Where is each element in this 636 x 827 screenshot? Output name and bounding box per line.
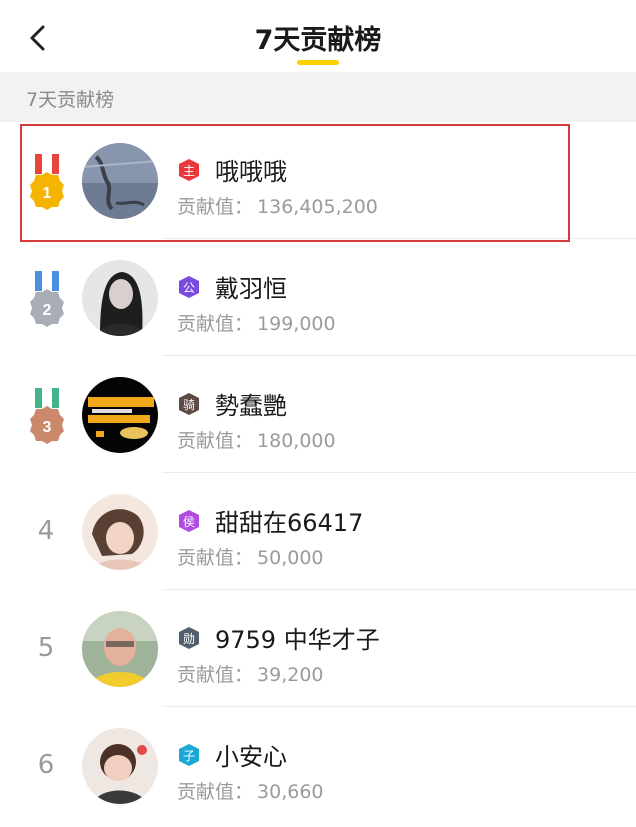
contribution-amount: 30,660 — [257, 781, 324, 803]
contribution-label: 贡献值： — [177, 313, 254, 335]
avatar[interactable] — [82, 260, 158, 336]
contribution-amount: 199,000 — [257, 313, 336, 335]
user-name: 9759 中华才子 — [215, 626, 380, 654]
contribution-label: 贡献值： — [177, 196, 254, 218]
leaderboard-row-6[interactable]: 6 子 小安心 贡献值： 30,660 — [0, 707, 636, 824]
leaderboard-row-1[interactable]: 1 主 哦哦哦 贡献值： 136,405,200 — [0, 122, 636, 239]
medal-rank-text: 1 — [43, 185, 52, 202]
rank-number: 6 — [37, 750, 55, 780]
avatar-image — [82, 260, 158, 336]
contribution-value: 贡献值： 39,200 — [177, 660, 324, 687]
leaderboard-row-2[interactable]: 2 公 戴羽恒 贡献值： 199,000 — [0, 239, 636, 356]
contribution-value: 贡献值： 50,000 — [177, 543, 324, 570]
rank-badge-icon: 勋 — [179, 627, 199, 649]
rank-badge-icon: 主 — [179, 159, 199, 181]
contribution-value: 贡献值： 30,660 — [177, 777, 324, 804]
contribution-amount: 180,000 — [257, 430, 336, 452]
user-name: 勢蠢艷 — [215, 392, 287, 420]
contribution-label: 贡献值： — [177, 430, 254, 452]
avatar[interactable] — [82, 377, 158, 453]
avatar-image — [82, 143, 158, 219]
rank-badge-icon: 骑 — [179, 393, 199, 415]
svg-text:公: 公 — [183, 281, 195, 295]
user-name: 戴羽恒 — [215, 275, 287, 303]
contribution-label: 贡献值： — [177, 781, 254, 803]
silver-medal-icon: 2 — [30, 271, 64, 327]
contribution-value: 贡献值： 199,000 — [177, 309, 336, 336]
contribution-label: 贡献值： — [177, 664, 254, 686]
medal-rank-text: 2 — [43, 302, 52, 319]
rank-badge-icon: 侯 — [179, 510, 199, 532]
contribution-value: 贡献值： 136,405,200 — [177, 192, 378, 219]
rank-number: 5 — [37, 633, 55, 663]
avatar[interactable] — [82, 143, 158, 219]
avatar-image — [82, 728, 158, 804]
svg-text:子: 子 — [183, 749, 195, 763]
page-title: 7天贡献榜 — [254, 25, 382, 56]
rank-badge-icon: 公 — [179, 276, 199, 298]
contribution-amount: 50,000 — [257, 547, 324, 569]
svg-text:侯: 侯 — [183, 515, 195, 529]
bronze-medal-icon: 3 — [30, 388, 64, 444]
avatar-image — [82, 611, 158, 687]
svg-text:勋: 勋 — [183, 632, 195, 646]
active-tab-indicator — [297, 60, 339, 65]
user-name: 小安心 — [215, 743, 287, 771]
avatar-image — [82, 377, 158, 453]
svg-text:骑: 骑 — [183, 398, 195, 412]
leaderboard-row-3[interactable]: 3 骑 勢蠢艷 贡献值： 180,000 — [0, 356, 636, 473]
contribution-value: 贡献值： 180,000 — [177, 426, 336, 453]
user-name: 哦哦哦 — [215, 158, 287, 186]
contribution-label: 贡献值： — [177, 547, 254, 569]
rank-badge-icon: 子 — [179, 744, 199, 766]
contribution-amount: 39,200 — [257, 664, 324, 686]
section-header: 7天贡献榜 — [0, 72, 636, 122]
gold-medal-icon: 1 — [30, 154, 64, 210]
avatar[interactable] — [82, 728, 158, 804]
avatar[interactable] — [82, 494, 158, 570]
medal-rank-text: 3 — [43, 419, 52, 436]
svg-text:主: 主 — [183, 164, 195, 178]
top-bar: 7天贡献榜 — [0, 0, 636, 72]
rank-number: 4 — [37, 516, 55, 546]
contribution-amount: 136,405,200 — [257, 196, 378, 218]
avatar[interactable] — [82, 611, 158, 687]
leaderboard-row-4[interactable]: 4 侯 甜甜在66417 贡献值： 50,000 — [0, 473, 636, 590]
avatar-image — [82, 494, 158, 570]
section-label: 7天贡献榜 — [26, 89, 115, 111]
leaderboard-row-5[interactable]: 5 勋 9759 中华才子 贡献值： 39,200 — [0, 590, 636, 707]
user-name: 甜甜在66417 — [215, 509, 364, 537]
